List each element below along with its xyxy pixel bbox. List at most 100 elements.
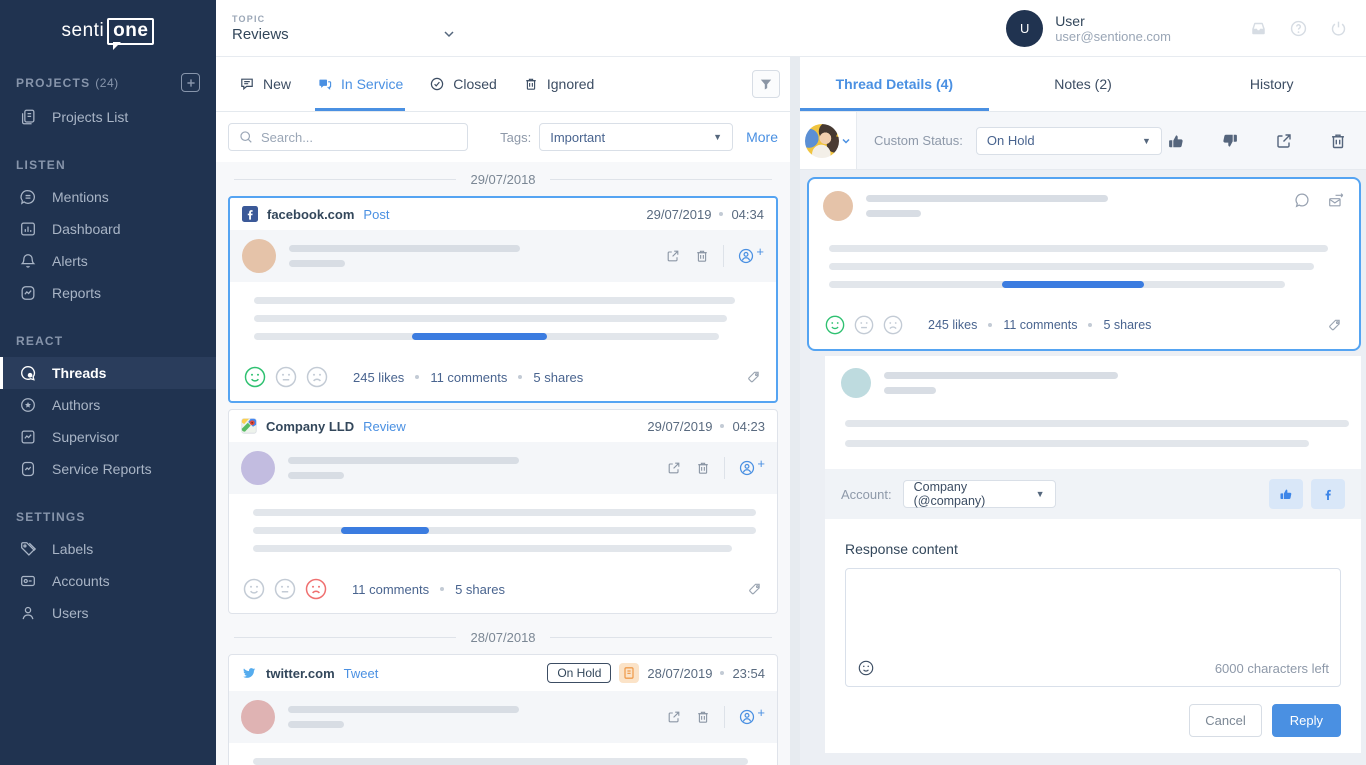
date-separator: 29/07/2018 (228, 162, 778, 196)
sidebar-item-dashboard[interactable]: Dashboard (0, 213, 216, 245)
selected-thread-detail: 245 likes 11 comments 5 shares (807, 177, 1361, 351)
listen-section-header: LISTEN (0, 147, 216, 181)
tab-new[interactable]: New (239, 57, 291, 111)
thread-kind-link[interactable]: Tweet (344, 666, 379, 681)
sidebar-item-authors[interactable]: Authors (0, 389, 216, 421)
sidebar-item-supervisor[interactable]: Supervisor (0, 421, 216, 453)
sidebar-item-mentions[interactable]: Mentions (0, 181, 216, 213)
open-external-icon[interactable] (666, 460, 682, 476)
open-external-icon[interactable] (665, 248, 681, 264)
sidebar-item-label: Threads (52, 365, 106, 381)
tag-icon[interactable] (747, 581, 763, 597)
delete-icon[interactable] (695, 709, 711, 725)
delete-icon[interactable] (1328, 131, 1348, 151)
sentiment-negative-icon[interactable] (883, 315, 903, 335)
sentiment-neutral-icon[interactable] (854, 315, 874, 335)
search-box[interactable] (228, 123, 468, 151)
thumbs-up-icon[interactable] (1166, 131, 1186, 151)
topic-selector[interactable]: TOPIC Reviews (232, 14, 457, 43)
tab-notes[interactable]: Notes (2) (989, 57, 1178, 111)
reply-button[interactable]: Reply (1272, 704, 1341, 737)
forward-email-icon[interactable] (1327, 191, 1345, 209)
like-as-page-button[interactable] (1269, 479, 1303, 509)
tab-label: Ignored (547, 76, 594, 92)
search-input[interactable] (261, 130, 458, 145)
likes-count[interactable]: 245 likes (353, 370, 404, 385)
delete-icon[interactable] (694, 248, 710, 264)
thumbs-down-icon[interactable] (1220, 131, 1240, 151)
tags-select[interactable]: Important ▼ (539, 123, 733, 151)
open-external-icon[interactable] (666, 709, 682, 725)
delete-icon[interactable] (695, 460, 711, 476)
sentiment-negative-icon[interactable] (305, 578, 327, 600)
comments-count[interactable]: 11 comments (1003, 318, 1077, 332)
thread-card-twitter[interactable]: twitter.com Tweet On Hold 28/07/2019 23:… (228, 654, 778, 765)
comments-count[interactable]: 11 comments (430, 370, 507, 385)
comment-icon[interactable] (1293, 191, 1311, 209)
sentiment-positive-icon[interactable] (243, 578, 265, 600)
skeleton-line-highlighted (254, 333, 719, 340)
sentiment-negative-icon[interactable] (306, 366, 328, 388)
user-avatar[interactable]: U (1006, 10, 1043, 47)
sentiment-positive-icon[interactable] (244, 366, 266, 388)
sidebar-item-users[interactable]: Users (0, 597, 216, 629)
sidebar-item-threads[interactable]: Threads (0, 357, 216, 389)
assign-agent-button[interactable]: + (738, 708, 765, 726)
tab-history[interactable]: History (1177, 57, 1366, 111)
help-icon[interactable] (1289, 19, 1308, 38)
likes-count[interactable]: 245 likes (928, 318, 977, 332)
emoji-picker-icon[interactable] (857, 659, 875, 677)
thread-date: 29/07/2019 (647, 419, 712, 434)
sidebar-item-accounts[interactable]: Accounts (0, 565, 216, 597)
assign-agent-button[interactable]: + (737, 247, 764, 265)
sidebar-item-label: Mentions (52, 189, 109, 205)
shares-count[interactable]: 5 shares (455, 582, 505, 597)
characters-left-counter: 6000 characters left (1215, 661, 1329, 676)
power-icon[interactable] (1329, 19, 1348, 38)
response-textarea[interactable] (846, 569, 1340, 653)
tag-icon[interactable] (1327, 317, 1343, 333)
user-name: User (1055, 13, 1171, 29)
sidebar-item-projects-list[interactable]: Projects List (0, 101, 216, 133)
comments-count[interactable]: 11 comments (352, 582, 429, 597)
tab-in-service[interactable]: In Service (317, 57, 403, 111)
tab-thread-details[interactable]: Thread Details (4) (800, 57, 989, 111)
add-project-button[interactable] (181, 73, 200, 92)
shares-count[interactable]: 5 shares (533, 370, 583, 385)
account-select[interactable]: Company (@company) ▼ (903, 480, 1056, 508)
sidebar-item-label: Alerts (52, 253, 88, 269)
custom-status-select[interactable]: On Hold ▼ (976, 127, 1162, 155)
response-content-label: Response content (845, 541, 1341, 557)
filter-button[interactable] (752, 70, 780, 98)
tab-closed[interactable]: Closed (429, 57, 497, 111)
open-external-icon[interactable] (1274, 131, 1294, 151)
sidebar-item-labels[interactable]: Labels (0, 533, 216, 565)
assigned-agent-selector[interactable] (800, 112, 857, 169)
react-section-header: REACT (0, 323, 216, 357)
account-row: Account: Company (@company) ▼ (825, 469, 1361, 519)
sentiment-positive-icon[interactable] (825, 315, 845, 335)
thread-card-facebook[interactable]: facebook.com Post 29/07/2019 04:34 (228, 196, 778, 403)
tags-value: Important (550, 130, 605, 145)
tag-icon[interactable] (746, 369, 762, 385)
more-filters-link[interactable]: More (746, 129, 778, 145)
sidebar-item-alerts[interactable]: Alerts (0, 245, 216, 277)
note-indicator-icon[interactable] (619, 663, 639, 683)
shares-count[interactable]: 5 shares (1103, 318, 1151, 332)
cancel-button[interactable]: Cancel (1189, 704, 1261, 737)
thread-kind-link[interactable]: Review (363, 419, 406, 434)
sidebar-item-reports[interactable]: Reports (0, 277, 216, 309)
assign-agent-button[interactable]: + (738, 459, 765, 477)
thread-kind-link[interactable]: Post (363, 207, 389, 222)
tab-ignored[interactable]: Ignored (523, 57, 594, 111)
sidebar-item-service-reports[interactable]: Service Reports (0, 453, 216, 485)
sentiment-neutral-icon[interactable] (275, 366, 297, 388)
check-circle-icon (429, 76, 445, 92)
thread-time: 23:54 (732, 666, 765, 681)
inbox-icon[interactable] (1249, 19, 1268, 38)
assign-person-icon (738, 708, 756, 726)
sentiment-neutral-icon[interactable] (274, 578, 296, 600)
facebook-channel-button[interactable] (1311, 479, 1345, 509)
sidebar: sentione PROJECTS (24) Projects List LIS… (0, 0, 216, 765)
thread-card-google-review[interactable]: Company LLD Review 29/07/2019 04:23 (228, 409, 778, 614)
